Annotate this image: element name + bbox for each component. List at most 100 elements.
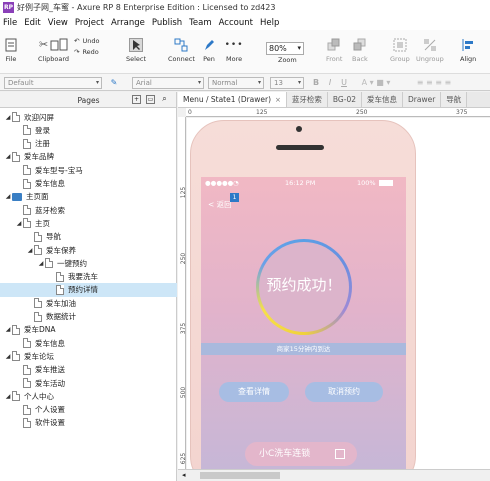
collapse-arrow-icon[interactable]: ◢ [4, 193, 12, 200]
collapse-arrow-icon[interactable]: ◢ [4, 353, 12, 360]
collapse-arrow-icon[interactable]: ◢ [15, 220, 23, 227]
page-tree-item[interactable]: 爱车推送 [0, 363, 177, 377]
size-select[interactable]: 13 [270, 77, 304, 89]
car-wash-chain-button[interactable]: 小C洗车连锁 [245, 442, 357, 466]
close-icon[interactable]: × [275, 96, 281, 104]
tab-drawer[interactable]: Drawer [403, 92, 442, 107]
menu-account[interactable]: Account [219, 18, 253, 28]
redo-label: Redo [82, 48, 99, 56]
group-label: Group [390, 55, 410, 63]
style-bar: Default ✎ Arial Normal 13 B I U A ▾ ■ ▾ … [0, 74, 490, 91]
redo-button[interactable]: ↷ Redo [74, 48, 99, 56]
horizontal-scrollbar[interactable]: ◂ [178, 469, 490, 481]
collapse-arrow-icon[interactable]: ◢ [4, 393, 12, 400]
svg-text:✂: ✂ [39, 38, 48, 51]
page-tree-item[interactable]: 注册 [0, 137, 177, 151]
bold-button[interactable]: B [310, 77, 322, 89]
menu-arrange[interactable]: Arrange [111, 18, 145, 28]
zoom-select[interactable]: 80% [266, 42, 304, 55]
page-tree-item[interactable]: ◢ 爱车品牌 [0, 150, 177, 164]
page-icon [23, 178, 31, 189]
scrollbar-thumb[interactable] [200, 472, 280, 479]
search-icon[interactable]: ⌕ [160, 95, 169, 104]
page-tree-item[interactable]: ◢ 一键预约 [0, 256, 177, 270]
clipboard-button[interactable]: ✂ Clipboard [38, 38, 69, 63]
page-tree-item[interactable]: ◢ 爱车论坛 [0, 349, 177, 363]
menu-help[interactable]: Help [260, 18, 279, 28]
pen-button[interactable]: Pen [202, 38, 216, 63]
page-icon [23, 338, 31, 349]
italic-button[interactable]: I [324, 77, 336, 89]
connect-button[interactable]: Connect [168, 38, 195, 63]
collapse-arrow-icon[interactable]: ◢ [4, 153, 12, 160]
tab-label: 蓝牙检索 [291, 95, 322, 104]
page-icon [23, 364, 31, 375]
menu-team[interactable]: Team [189, 18, 211, 28]
page-icon [23, 218, 31, 229]
page-tree-label: 爱车活动 [35, 378, 65, 388]
ungroup-button[interactable]: Ungroup [416, 38, 444, 63]
scroll-left-icon[interactable]: ◂ [182, 471, 186, 479]
weight-select[interactable]: Normal [208, 77, 264, 89]
style-select[interactable]: Default [4, 77, 102, 89]
tab-menu-state1[interactable]: Menu / State1 (Drawer) × [178, 92, 287, 107]
add-folder-icon[interactable]: ▭ [146, 95, 155, 104]
page-tree-item[interactable]: ◢ 主页面 [0, 190, 177, 204]
page-tree-item[interactable]: 爱车型号-宝马 [0, 163, 177, 177]
tab-bluetooth[interactable]: 蓝牙检索 [286, 92, 328, 107]
page-tree-item[interactable]: 导航 [0, 230, 177, 244]
menu-publish[interactable]: Publish [152, 18, 182, 28]
page-tree-item[interactable]: 个人设置 [0, 403, 177, 417]
menu-view[interactable]: View [48, 18, 68, 28]
page-tree-item[interactable]: ◢ 主页 [0, 216, 177, 230]
align-label: Align [460, 55, 477, 63]
more-button[interactable]: ••• More [225, 38, 243, 63]
format-painter-icon[interactable]: ✎ [108, 77, 120, 89]
ruler-label: 375 [456, 109, 468, 116]
tab-car-info[interactable]: 爱车信息 [362, 92, 403, 107]
tab-bg02[interactable]: BG-02 [327, 92, 362, 107]
page-tree-item[interactable]: ◢ 个人中心 [0, 389, 177, 403]
page-tree-item[interactable]: 数据统计 [0, 310, 177, 324]
page-tree-item[interactable]: 爱车信息 [0, 336, 177, 350]
menu-file[interactable]: File [3, 18, 17, 28]
redo-icon: ↷ [74, 48, 80, 56]
undo-button[interactable]: ↶ Undo [74, 37, 99, 45]
menu-project[interactable]: Project [75, 18, 104, 28]
font-select[interactable]: Arial [132, 77, 204, 89]
page-icon [34, 245, 42, 255]
page-tree-item[interactable]: 爱车信息 [0, 177, 177, 191]
page-tree-item[interactable]: ◢ 爱车保养 [0, 243, 177, 257]
tab-nav[interactable]: 导航 [441, 92, 468, 107]
page-tree-item[interactable]: 我要洗车 [0, 270, 177, 284]
front-button[interactable]: Front [326, 38, 342, 63]
page-tree-item[interactable]: 蓝牙检索 [0, 203, 177, 217]
select-button[interactable]: Select [126, 38, 146, 63]
align-button[interactable]: Align [460, 38, 476, 63]
back-link[interactable]: < 返回 [208, 199, 232, 210]
back-button[interactable]: Back [352, 38, 368, 63]
page-icon [56, 271, 64, 282]
text-color-icons[interactable]: A ▾ ■ ▾ [356, 77, 396, 89]
page-tree-item[interactable]: 爱车活动 [0, 376, 177, 390]
page-tree-item[interactable]: 预约详情 [0, 282, 177, 297]
collapse-arrow-icon[interactable]: ◢ [26, 247, 34, 254]
page-tree-item[interactable]: 登录 [0, 123, 177, 137]
file-button[interactable]: File [4, 38, 18, 63]
page-tree-item[interactable]: 软件设置 [0, 416, 177, 430]
page-tree-item[interactable]: ◢ 爱车DNA [0, 323, 177, 337]
collapse-arrow-icon[interactable]: ◢ [4, 114, 12, 121]
page-tree-item[interactable]: ◢ 欢迎闪屏 [0, 110, 177, 124]
view-details-button[interactable]: 查看详情 [219, 382, 289, 402]
page-tree-item[interactable]: 爱车加油 [0, 296, 177, 310]
menu-edit[interactable]: Edit [24, 18, 40, 28]
cancel-booking-button[interactable]: 取消预约 [305, 382, 383, 402]
underline-button[interactable]: U [338, 77, 350, 89]
alignment-icons[interactable]: ≡ ≡ ≡ ≡ [404, 77, 464, 89]
collapse-arrow-icon[interactable]: ◢ [37, 260, 45, 267]
group-button[interactable]: Group [390, 38, 410, 63]
collapse-arrow-icon[interactable]: ◢ [4, 326, 12, 333]
menu-bar: File Edit View Project Arrange Publish T… [0, 15, 490, 30]
add-page-icon[interactable]: + [132, 95, 141, 104]
undo-label: Undo [82, 37, 100, 45]
